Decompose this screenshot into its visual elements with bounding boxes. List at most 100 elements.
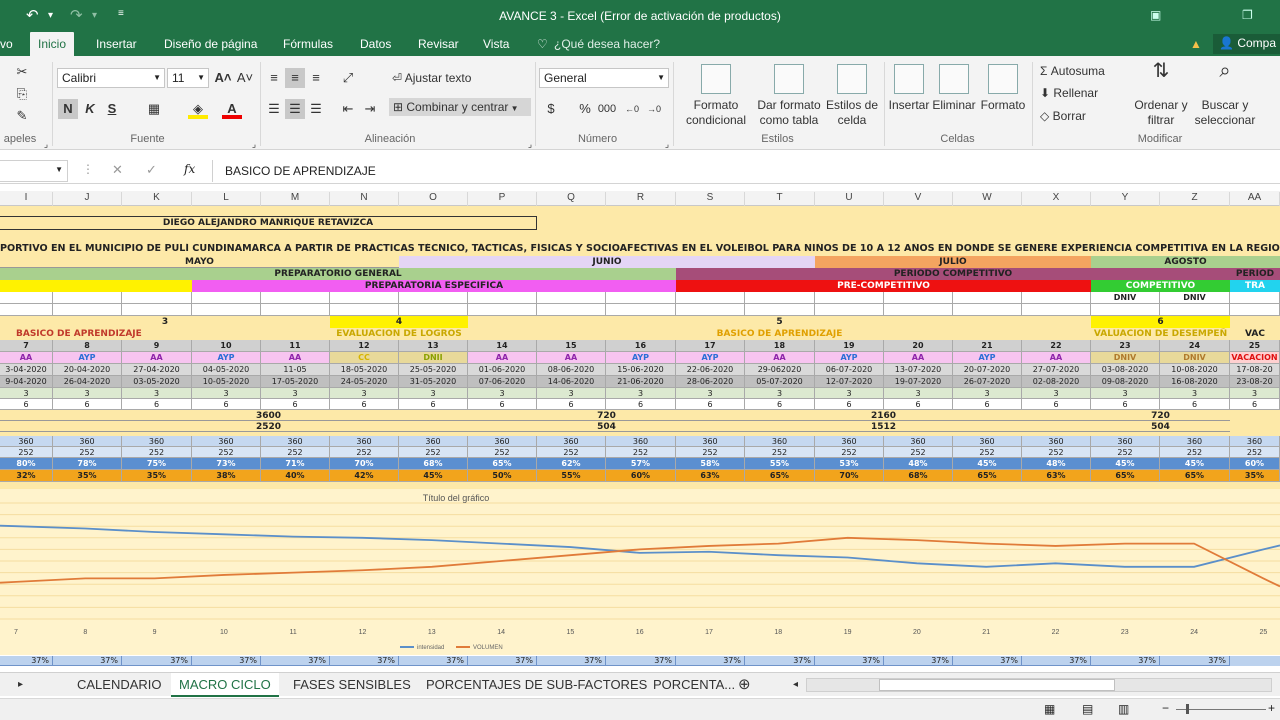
meso-3[interactable]: 3 — [0, 316, 330, 328]
hours-cell[interactable]: 6 — [953, 399, 1022, 410]
hours-cell[interactable]: 6 — [537, 399, 606, 410]
dniv-cell[interactable] — [745, 292, 815, 304]
type-cell[interactable]: AA — [0, 352, 53, 364]
minutes2-cell[interactable]: 252 — [122, 447, 192, 458]
hours-cell[interactable]: 6 — [330, 399, 399, 410]
stage-precompetitivo[interactable]: PRE-COMPETITIVO — [676, 280, 1091, 292]
intensity-cell[interactable]: 78% — [53, 458, 122, 470]
start-date-cell[interactable]: 06-07-2020 — [815, 364, 884, 376]
align-center-icon[interactable]: ☰ — [285, 99, 305, 119]
format-painter-icon[interactable]: ✎ — [12, 106, 32, 126]
percent-icon[interactable]: % — [575, 99, 595, 119]
number-launcher-icon[interactable]: ⌟ — [657, 134, 677, 154]
volume-cell[interactable]: 70% — [815, 470, 884, 482]
end-date-cell[interactable]: 02-08-2020 — [1022, 376, 1091, 388]
dniv-cell[interactable] — [0, 292, 53, 304]
column-header[interactable]: I — [0, 192, 53, 206]
copy-icon[interactable]: ⎘ — [12, 84, 32, 104]
sessions-cell[interactable]: 3 — [0, 388, 53, 399]
type-cell[interactable]: AA — [537, 352, 606, 364]
week-cell[interactable]: 11 — [261, 340, 330, 352]
clipboard-launcher-icon[interactable]: ⌟ — [36, 134, 56, 154]
subtotal-block-1[interactable]: 2520 — [0, 421, 537, 432]
minutes-cell[interactable]: 360 — [884, 436, 953, 447]
footer-percent-cell[interactable]: 37% — [261, 656, 330, 666]
volume-cell[interactable]: 35% — [53, 470, 122, 482]
blank-cell[interactable] — [330, 304, 399, 316]
meso-name-evaluacion[interactable]: EVALUACION DE LOGROS — [330, 328, 468, 340]
month-mayo[interactable]: MAYO — [0, 256, 399, 268]
minutes-cell[interactable]: 360 — [330, 436, 399, 447]
column-header[interactable]: V — [884, 192, 953, 206]
cell-styles-button[interactable]: Estilos de celda — [825, 64, 879, 128]
end-date-cell[interactable]: 28-06-2020 — [676, 376, 745, 388]
start-date-cell[interactable]: 27-04-2020 — [122, 364, 192, 376]
dniv-cell[interactable]: DNIV — [1091, 292, 1160, 304]
table-format-button[interactable]: Dar formato como tabla — [754, 64, 824, 128]
week-cell[interactable]: 18 — [745, 340, 815, 352]
type-cell[interactable]: CC — [330, 352, 399, 364]
minutes-cell[interactable]: 360 — [953, 436, 1022, 447]
italic-button[interactable]: K — [80, 99, 100, 119]
minutes-cell[interactable]: 360 — [261, 436, 330, 447]
hours-cell[interactable]: 6 — [1022, 399, 1091, 410]
hours-cell[interactable]: 6 — [122, 399, 192, 410]
blank-cell[interactable] — [953, 304, 1022, 316]
stage-general-fill[interactable] — [0, 280, 192, 292]
zoom-out-icon[interactable]: − — [1162, 701, 1169, 715]
volume-cell[interactable]: 60% — [606, 470, 676, 482]
period-competitivo[interactable]: PERIODO COMPETITIVO — [676, 268, 1230, 280]
meso-6[interactable]: 6 — [1091, 316, 1230, 328]
minutes-cell[interactable]: 360 — [1022, 436, 1091, 447]
enter-icon[interactable]: ✓ — [146, 162, 157, 178]
blank-cell[interactable] — [0, 304, 53, 316]
minutes2-cell[interactable]: 252 — [261, 447, 330, 458]
find-select-button[interactable]: ⌕ Buscar y seleccionar — [1190, 61, 1260, 128]
total-block-2[interactable]: 720 — [537, 410, 676, 421]
ribbon-options-icon[interactable]: ▣ — [1150, 8, 1161, 22]
dniv-cell[interactable] — [468, 292, 537, 304]
total-block-1[interactable]: 3600 — [0, 410, 537, 421]
end-date-cell[interactable]: 31-05-2020 — [399, 376, 468, 388]
long-title-cell[interactable]: PORTIVO EN EL MUNICIPIO DE PULÍ CUNDINAM… — [0, 243, 1280, 257]
start-date-cell[interactable]: 29-062020 — [745, 364, 815, 376]
start-date-cell[interactable]: 20-07-2020 — [953, 364, 1022, 376]
type-cell[interactable]: AYP — [815, 352, 884, 364]
column-header[interactable]: P — [468, 192, 537, 206]
hours-cell[interactable]: 6 — [192, 399, 261, 410]
minutes-cell[interactable]: 360 — [606, 436, 676, 447]
blank-cell[interactable] — [1160, 304, 1230, 316]
period-next[interactable]: PERIOD — [1230, 268, 1280, 280]
minutes-cell[interactable]: 360 — [468, 436, 537, 447]
week-cell[interactable]: 19 — [815, 340, 884, 352]
week-cell[interactable]: 17 — [676, 340, 745, 352]
tab-insertar[interactable]: Insertar — [96, 37, 137, 51]
period-preparatorio[interactable]: PREPARATORIO GENERAL — [0, 268, 676, 280]
month-julio[interactable]: JULIO — [815, 256, 1091, 268]
end-date-cell[interactable]: 12-07-2020 — [815, 376, 884, 388]
footer-percent-cell[interactable]: 37% — [1022, 656, 1091, 666]
hscroll-left-icon[interactable]: ◂ — [793, 679, 798, 690]
type-cell[interactable]: AYP — [606, 352, 676, 364]
horizontal-scrollbar[interactable] — [806, 678, 1272, 692]
volume-cell[interactable]: 63% — [1022, 470, 1091, 482]
bold-button[interactable]: N — [58, 99, 78, 119]
minutes2-cell[interactable]: 252 — [399, 447, 468, 458]
type-cell[interactable]: DNII — [399, 352, 468, 364]
autosum-button[interactable]: Σ Autosuma — [1040, 64, 1105, 78]
comma-style-icon[interactable]: 000 — [597, 99, 617, 119]
dniv-cell[interactable] — [884, 292, 953, 304]
column-header[interactable]: M — [261, 192, 330, 206]
subtotal-block-4[interactable]: 504 — [1091, 421, 1230, 432]
minutes-cell[interactable]: 360 — [537, 436, 606, 447]
sessions-cell[interactable]: 3 — [1022, 388, 1091, 399]
type-cell[interactable]: DNIV — [1160, 352, 1230, 364]
intensity-cell[interactable]: 57% — [606, 458, 676, 470]
align-top-icon[interactable]: ≡ — [264, 68, 284, 88]
start-date-cell[interactable]: 17-08-20 — [1230, 364, 1280, 376]
minutes2-cell[interactable]: 252 — [606, 447, 676, 458]
column-header[interactable]: W — [953, 192, 1022, 206]
meso-4[interactable]: 4 — [330, 316, 468, 328]
hours-cell[interactable]: 6 — [399, 399, 468, 410]
volume-cell[interactable]: 65% — [953, 470, 1022, 482]
